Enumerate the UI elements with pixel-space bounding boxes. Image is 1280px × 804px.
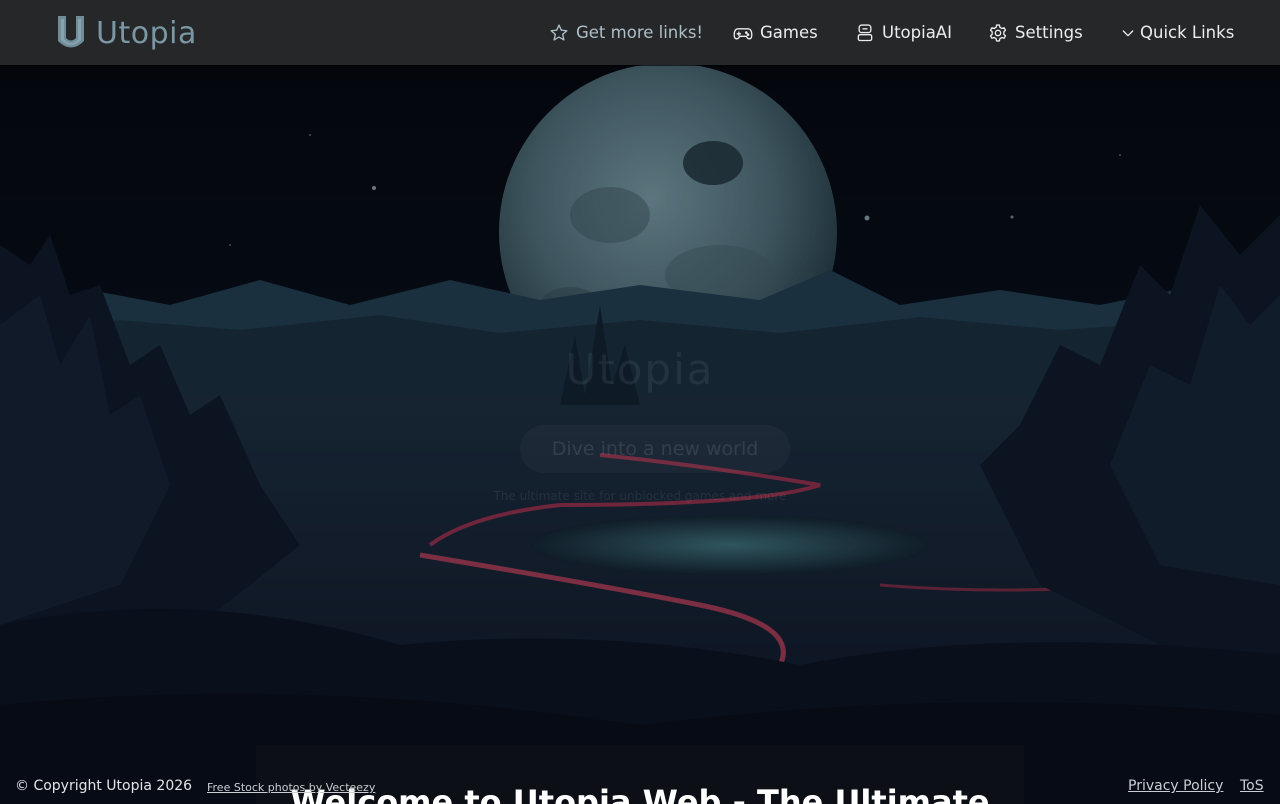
brand-logo[interactable]: Utopia bbox=[56, 14, 197, 52]
hero-faded-tagline-text: Dive into a new world bbox=[551, 438, 759, 460]
top-nav-bar: Utopia Get more links! Games UtopiaAI Se… bbox=[0, 0, 1280, 65]
nav-utopiaai-label: UtopiaAI bbox=[882, 23, 952, 42]
gear-icon bbox=[989, 23, 1007, 42]
nav-games-label: Games bbox=[760, 23, 818, 42]
nav-settings-label: Settings bbox=[1015, 23, 1083, 42]
nav-get-more-links-label: Get more links! bbox=[576, 23, 704, 42]
gamepad-icon bbox=[733, 27, 753, 39]
chevron-down-icon bbox=[1122, 29, 1134, 36]
nav-settings[interactable]: Settings bbox=[988, 0, 1083, 65]
footer-tos-link[interactable]: ToS bbox=[1240, 778, 1264, 794]
nav-games[interactable]: Games bbox=[733, 0, 818, 65]
footer-privacy-link[interactable]: Privacy Policy bbox=[1128, 778, 1223, 794]
hero-faded-subtitle: The ultimate site for unblocked games an… bbox=[493, 489, 787, 503]
brand-name: Utopia bbox=[96, 15, 197, 51]
footer-copyright: © Copyright Utopia 2026 bbox=[15, 778, 193, 794]
hero-faded-tagline: Dive into a new world bbox=[520, 425, 790, 473]
nav-quick-links[interactable]: Quick Links bbox=[1120, 0, 1234, 65]
utopia-shield-logo-icon bbox=[58, 16, 84, 48]
footer: © Copyright Utopia 2026 Free Stock photo… bbox=[0, 768, 1280, 804]
robot-icon bbox=[857, 23, 873, 41]
star-icon bbox=[550, 23, 568, 41]
nav-utopiaai[interactable]: UtopiaAI bbox=[855, 0, 952, 65]
hero-background: Utopia Dive into a new world The ultimat… bbox=[0, 65, 1280, 804]
nav-quick-links-label: Quick Links bbox=[1140, 23, 1235, 42]
footer-photo-credit-link[interactable]: Free Stock photos by Vecteezy bbox=[207, 781, 375, 794]
hero-faded-title: Utopia bbox=[565, 345, 715, 394]
nav-get-more-links[interactable]: Get more links! bbox=[549, 0, 703, 65]
